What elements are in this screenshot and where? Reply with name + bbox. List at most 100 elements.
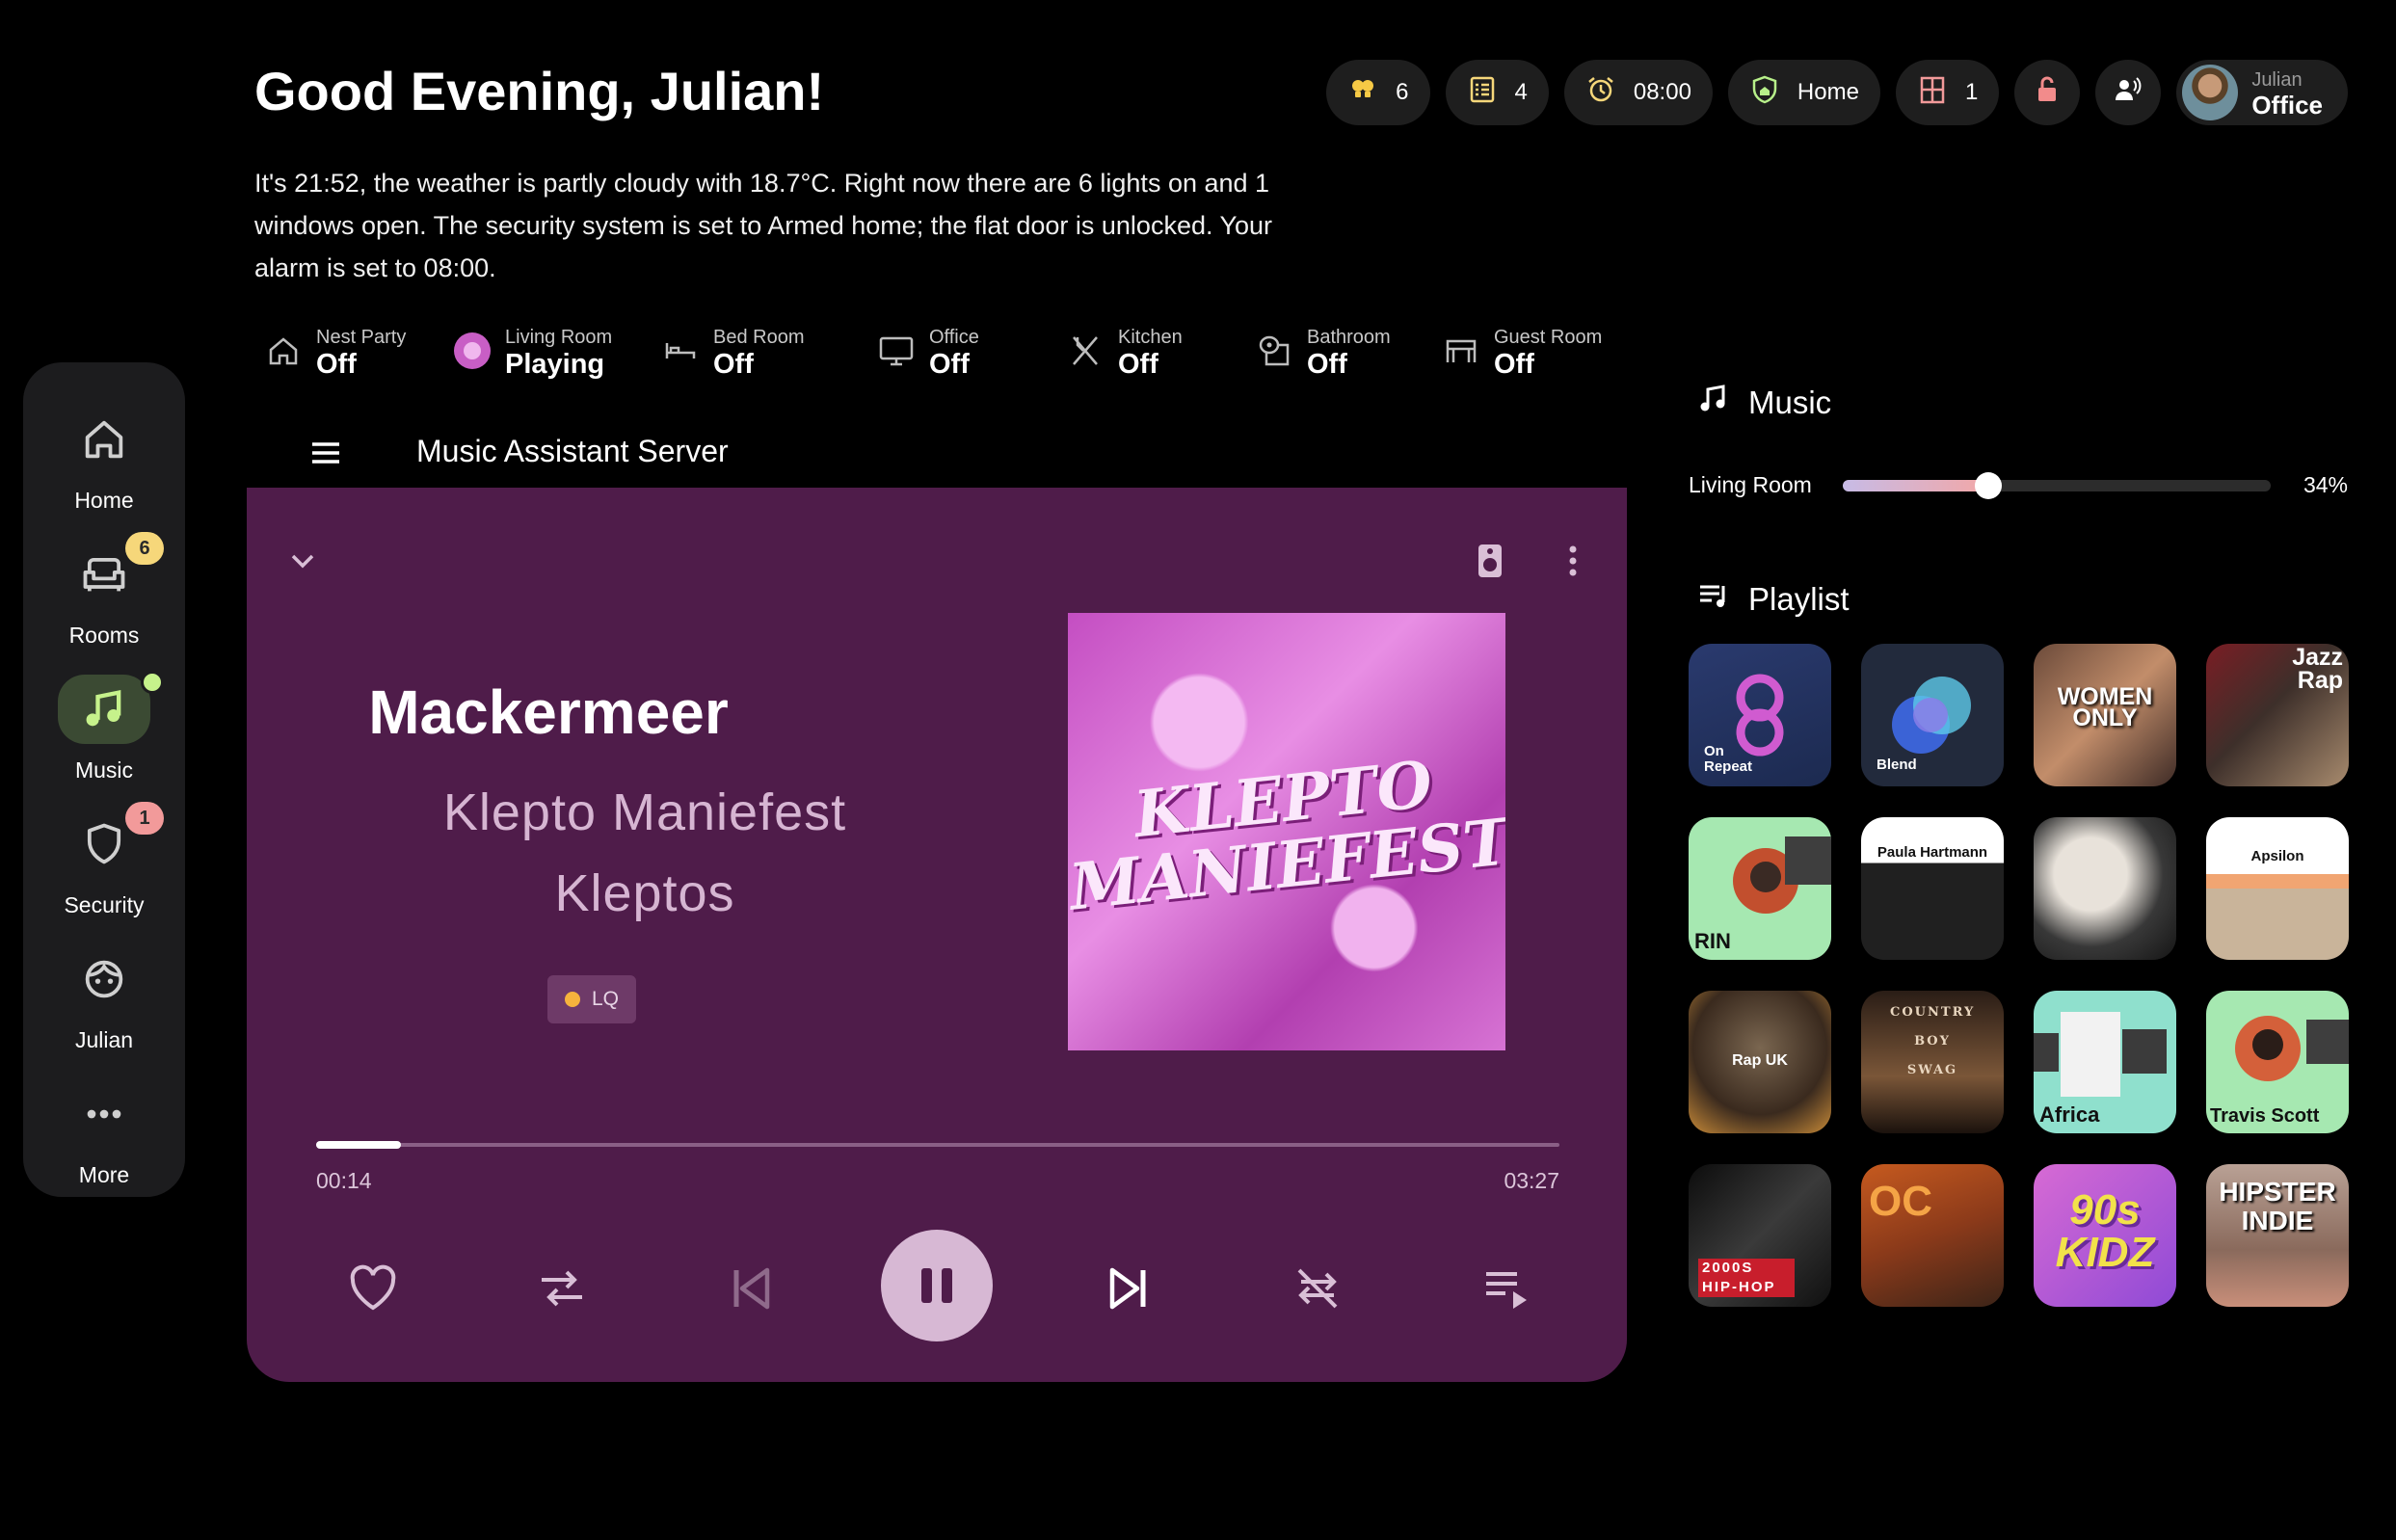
heart-icon[interactable] bbox=[339, 1255, 407, 1322]
sidebar-item-home[interactable]: Home bbox=[23, 397, 185, 522]
alarm-time: 08:00 bbox=[1633, 79, 1691, 105]
playlist-tile-label: Africa bbox=[2039, 1102, 2100, 1127]
playlist-play-icon[interactable] bbox=[1473, 1255, 1540, 1322]
playlist-tile[interactable]: 90s KIDZ bbox=[2034, 1164, 2176, 1307]
playlist-tile[interactable]: Rap UK bbox=[1689, 991, 1831, 1133]
bed-icon bbox=[661, 332, 700, 375]
playlist-tile[interactable]: COUNTRY BOY SWAG bbox=[1861, 991, 2004, 1133]
pause-icon bbox=[921, 1268, 952, 1303]
lock-chip[interactable] bbox=[2014, 60, 2081, 125]
windows-chip[interactable]: 1 bbox=[1895, 60, 2000, 125]
album-art-thumb-icon bbox=[453, 332, 492, 375]
playlist-tile[interactable]: Paula Hartmann bbox=[1861, 817, 2004, 960]
room-name: Kitchen bbox=[1118, 327, 1183, 348]
room-kitchen[interactable]: Kitchen Off bbox=[1066, 324, 1183, 382]
room-state: Off bbox=[316, 349, 357, 380]
volume-thumb[interactable] bbox=[1974, 472, 2002, 499]
sidebar-item-security[interactable]: 1 Security bbox=[23, 802, 185, 927]
window-open-icon bbox=[1917, 74, 1948, 112]
face-man-icon bbox=[58, 944, 150, 1014]
playlist-tile[interactable]: HIPSTER INDIE bbox=[2206, 1164, 2349, 1307]
skip-next-icon[interactable] bbox=[1095, 1255, 1162, 1322]
playlist-tile-label: 2000S HIP-HOP bbox=[1698, 1259, 1795, 1297]
speaker-icon[interactable] bbox=[1463, 534, 1517, 588]
sidebar-item-label: Julian bbox=[74, 1027, 134, 1052]
sidebar-item-julian[interactable]: Julian bbox=[23, 937, 185, 1062]
sidebar-item-rooms[interactable]: 6 Rooms bbox=[23, 532, 185, 657]
skip-previous-icon[interactable] bbox=[717, 1255, 785, 1322]
playlist-tile[interactable]: Blend bbox=[1861, 644, 2004, 786]
status-chips: 6 4 08:00 Home 1 Julian Office bbox=[1326, 60, 2348, 125]
playlist-tile[interactable]: Travis Scott bbox=[2206, 991, 2349, 1133]
playlist-tile[interactable]: Apsilon bbox=[2206, 817, 2349, 960]
playlist-tile-label: Paula Hartmann bbox=[1877, 844, 1988, 861]
room-bed-room[interactable]: Bed Room Off bbox=[661, 324, 805, 382]
room-bathroom[interactable]: Bathroom Off bbox=[1255, 324, 1391, 382]
playlist-tile[interactable]: On Repeat bbox=[1689, 644, 1831, 786]
repeat-off-icon[interactable] bbox=[1284, 1255, 1351, 1322]
menu-icon[interactable] bbox=[305, 432, 347, 474]
user-name: Julian bbox=[2251, 69, 2303, 91]
security-mode: Home bbox=[1797, 79, 1859, 105]
playlist-tile[interactable] bbox=[2034, 817, 2176, 960]
sidebar-item-music[interactable]: Music bbox=[23, 667, 185, 792]
cover-text: KLEPTO MANIEFEST bbox=[1068, 746, 1505, 925]
playlist-tile[interactable]: RIN bbox=[1689, 817, 1831, 960]
room-state: Off bbox=[713, 349, 754, 380]
playlist-tile-label: On Repeat bbox=[1704, 743, 1753, 775]
music-note-icon bbox=[1696, 382, 1731, 424]
playlist-tile[interactable]: Jazz Rap bbox=[2206, 644, 2349, 786]
user-chip[interactable]: Julian Office bbox=[2176, 60, 2348, 125]
home-outline-icon bbox=[264, 332, 303, 375]
playlist-tile-label: RIN bbox=[1694, 929, 1731, 953]
quality-badge: LQ bbox=[547, 975, 636, 1023]
playlist-tile[interactable]: WOMEN ONLY bbox=[2034, 644, 2176, 786]
playlist-tile-label: Blend bbox=[1877, 757, 1917, 773]
monitor-icon bbox=[877, 332, 916, 375]
home-icon bbox=[58, 405, 150, 474]
dots-vertical-icon[interactable] bbox=[1546, 534, 1600, 588]
shield-home-icon bbox=[1749, 74, 1780, 112]
playlist-tile[interactable]: Africa bbox=[2034, 991, 2176, 1133]
alarm-chip[interactable]: 08:00 bbox=[1563, 60, 1713, 125]
room-state: Off bbox=[1494, 349, 1534, 380]
pause-button[interactable] bbox=[881, 1230, 993, 1341]
security-mode-chip[interactable]: Home bbox=[1727, 60, 1880, 125]
shuffle-icon[interactable] bbox=[528, 1255, 596, 1322]
sidebar-item-more[interactable]: More bbox=[23, 1072, 185, 1197]
room-guest-room[interactable]: Guest Room Off bbox=[1442, 324, 1602, 382]
room-name: Nest Party bbox=[316, 327, 407, 348]
lights-chip[interactable]: 6 bbox=[1326, 60, 1430, 125]
volume-fill bbox=[1843, 480, 1988, 491]
room-name: Bed Room bbox=[713, 327, 805, 348]
track-title: Mackermeer bbox=[368, 677, 729, 747]
tasks-count: 4 bbox=[1514, 79, 1528, 105]
music-player: Mackermeer Klepto Maniefest Kleptos LQ K… bbox=[247, 488, 1627, 1382]
playlist-tile[interactable]: OC bbox=[1861, 1164, 2004, 1307]
sidebar: Home 6 Rooms Music 1 Security Julian Mor… bbox=[23, 362, 185, 1197]
album-name[interactable]: Klepto Maniefest bbox=[285, 783, 1004, 842]
music-heading-label: Music bbox=[1748, 385, 1832, 420]
seek-bar[interactable] bbox=[316, 1141, 1559, 1149]
toilet-paper-icon bbox=[1255, 332, 1293, 375]
alarm-clock-icon bbox=[1585, 74, 1616, 112]
artist-name[interactable]: Kleptos bbox=[285, 863, 1004, 923]
room-nest-party[interactable]: Nest Party Off bbox=[264, 324, 406, 382]
playlist-tile[interactable]: 2000S HIP-HOP bbox=[1689, 1164, 1831, 1307]
volume-slider[interactable] bbox=[1843, 472, 2271, 499]
presence-chip[interactable] bbox=[2095, 60, 2162, 125]
rooms-badge: 6 bbox=[125, 532, 164, 565]
playlist-tile-label: WOMEN ONLY bbox=[2057, 683, 2153, 731]
playlist-tile-label: Travis Scott bbox=[2210, 1105, 2320, 1127]
room-name: Guest Room bbox=[1494, 327, 1603, 348]
playlist-heading: Playlist bbox=[1696, 578, 1850, 621]
quality-label: LQ bbox=[591, 988, 619, 1010]
room-living-room[interactable]: Living Room Playing bbox=[453, 324, 612, 382]
room-office[interactable]: Office Off bbox=[877, 324, 979, 382]
music-heading: Music bbox=[1696, 382, 1831, 424]
chevron-down-icon[interactable] bbox=[276, 534, 330, 588]
room-state: Playing bbox=[505, 349, 605, 380]
playlist-tile-label: 90s KIDZ bbox=[2055, 1186, 2155, 1276]
dots-horizontal-icon bbox=[58, 1079, 150, 1149]
tasks-chip[interactable]: 4 bbox=[1445, 60, 1549, 125]
